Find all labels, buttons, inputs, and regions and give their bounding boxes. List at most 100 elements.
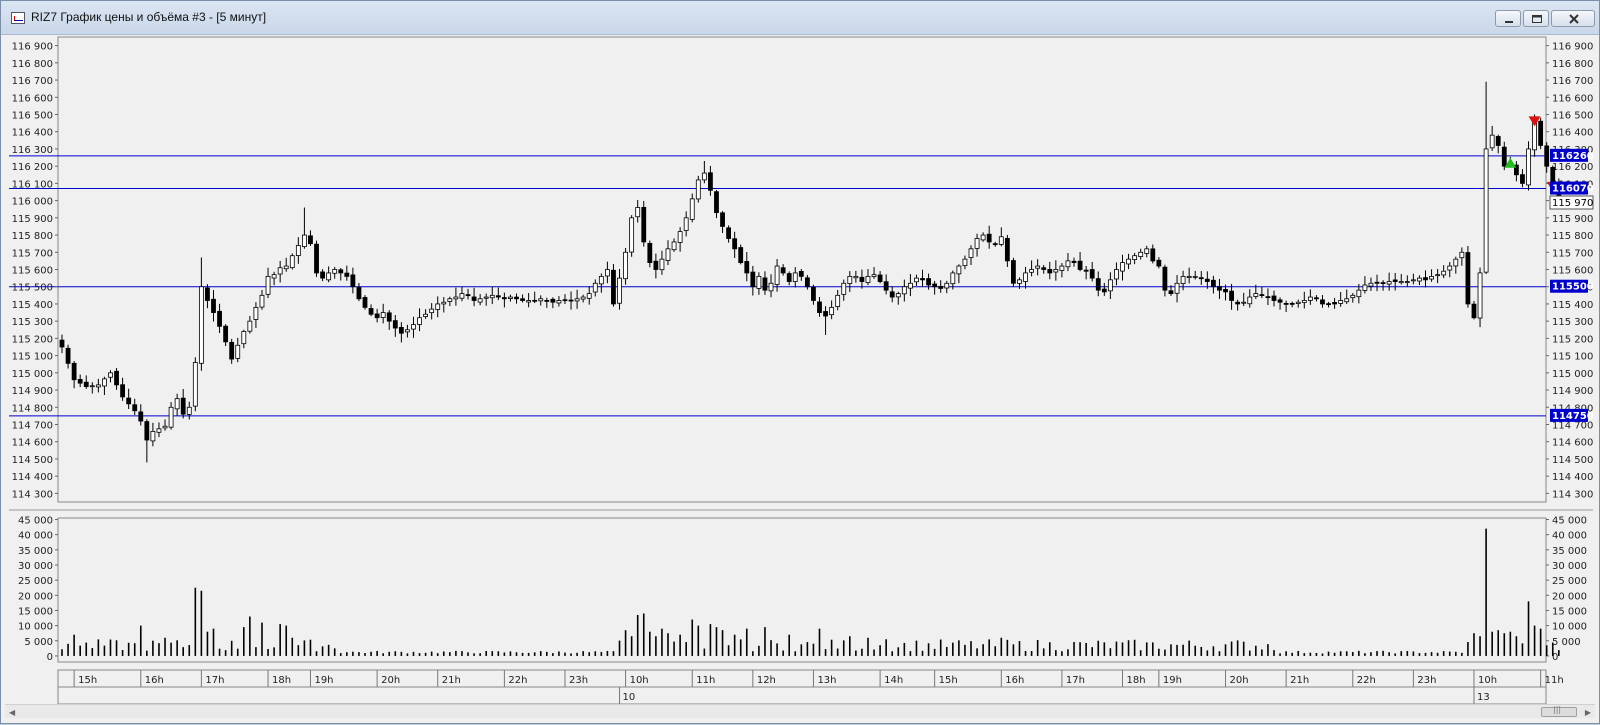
y-tick-label: 115 600 bbox=[12, 266, 53, 277]
price-axis-right: 114 300114 400114 500114 600114 700114 8… bbox=[1546, 42, 1593, 500]
vol-tick-label: 45 000 bbox=[1552, 516, 1587, 527]
candle-body bbox=[1307, 296, 1313, 301]
y-tick-label: 115 800 bbox=[1552, 231, 1593, 242]
candle-body bbox=[617, 277, 622, 304]
candle-body bbox=[1241, 301, 1247, 304]
time-label: 15h bbox=[78, 675, 97, 686]
candle-body bbox=[1326, 303, 1331, 306]
y-tick-label: 116 600 bbox=[12, 93, 53, 104]
candle-body bbox=[514, 296, 519, 300]
candle-body bbox=[1447, 265, 1453, 271]
y-tick-label: 114 300 bbox=[12, 489, 53, 500]
candle-body bbox=[1004, 238, 1010, 262]
candle-body bbox=[1453, 258, 1459, 267]
candle-body bbox=[211, 298, 216, 313]
y-tick-label: 116 500 bbox=[1552, 111, 1593, 122]
candle-body bbox=[635, 207, 641, 218]
candle-body bbox=[114, 370, 119, 386]
time-label: 15h bbox=[939, 675, 958, 686]
candle-body bbox=[59, 339, 65, 348]
y-tick-label: 116 900 bbox=[1552, 42, 1593, 53]
candle-body bbox=[1423, 277, 1428, 281]
candle-body bbox=[162, 425, 168, 429]
candle-body bbox=[326, 272, 332, 281]
time-label: 19h bbox=[1163, 675, 1182, 686]
candle-body bbox=[1301, 300, 1307, 303]
candle-body bbox=[380, 312, 386, 318]
candle-body bbox=[623, 251, 628, 280]
candle-body bbox=[641, 207, 647, 243]
time-label: 21h bbox=[1290, 675, 1309, 686]
candle-body bbox=[1150, 248, 1156, 262]
candle-body bbox=[1071, 260, 1077, 264]
y-tick-label: 116 600 bbox=[1552, 93, 1593, 104]
candle-body bbox=[611, 269, 616, 305]
candle-body bbox=[1398, 281, 1404, 284]
candle-body bbox=[780, 267, 786, 274]
candle-body bbox=[314, 243, 319, 274]
chart-window: RIZ7 График цены и объёма #3 - [5 минут]… bbox=[0, 0, 1600, 724]
candle-body bbox=[289, 255, 295, 269]
candle-body bbox=[1295, 301, 1301, 304]
candle-body bbox=[1338, 300, 1344, 304]
vol-tick-label: 35 000 bbox=[18, 546, 53, 557]
last-price-label: 115 970 bbox=[1552, 198, 1593, 209]
candle-body bbox=[738, 247, 744, 264]
candle-body bbox=[1223, 289, 1228, 293]
price-axis-left: 114 300 114 400 114 500 114 600 114 700 114 8… bbox=[12, 42, 58, 500]
candle-body bbox=[1392, 279, 1398, 282]
y-tick-label: 114 400 bbox=[12, 472, 53, 483]
candle-body bbox=[914, 277, 919, 283]
time-label: 10h bbox=[630, 675, 649, 686]
candle-body bbox=[405, 329, 410, 333]
y-tick-label: 116 000 bbox=[12, 197, 53, 208]
horizontal-scrollbar[interactable]: ◀ ▶ bbox=[5, 704, 1595, 718]
candle-body bbox=[1465, 252, 1471, 305]
candle-body bbox=[508, 296, 513, 299]
scroll-right-arrow-icon[interactable]: ▶ bbox=[1585, 708, 1591, 717]
candle-body bbox=[920, 278, 925, 281]
candle-body bbox=[1126, 258, 1131, 265]
candle-body bbox=[689, 198, 695, 220]
candle-body bbox=[1477, 272, 1483, 319]
candle-body bbox=[1356, 289, 1362, 298]
time-label: 23h bbox=[1417, 675, 1436, 686]
candle-body bbox=[332, 269, 338, 274]
candle-body bbox=[1023, 272, 1028, 282]
candle-body bbox=[471, 296, 477, 301]
candle-body bbox=[108, 372, 113, 378]
candle-body bbox=[89, 385, 95, 388]
candle-body bbox=[1441, 270, 1447, 276]
candle-body bbox=[1526, 148, 1531, 186]
chart-area[interactable]: 114 300 114 400 114 500 114 600 114 700 114 8… bbox=[1, 1, 1600, 725]
candle-body bbox=[180, 397, 186, 415]
candle-body bbox=[629, 217, 635, 253]
scroll-left-arrow-icon[interactable]: ◀ bbox=[9, 708, 15, 717]
candle-body bbox=[1271, 295, 1277, 301]
vol-tick-label: 35 000 bbox=[1552, 546, 1587, 557]
candle-body bbox=[1544, 145, 1550, 167]
candle-body bbox=[1180, 275, 1186, 285]
candle-body bbox=[1156, 259, 1162, 267]
y-tick-label: 116 700 bbox=[12, 76, 53, 87]
candle-body bbox=[338, 269, 344, 274]
time-label: 22h bbox=[508, 675, 527, 686]
volume-panel[interactable] bbox=[57, 517, 1547, 663]
time-label: 19h bbox=[314, 675, 333, 686]
day-label: 10 bbox=[623, 692, 636, 703]
candle-body bbox=[883, 281, 889, 291]
time-label: 17h bbox=[1066, 675, 1085, 686]
vol-tick-label: 40 000 bbox=[1552, 531, 1587, 542]
candle-body bbox=[568, 299, 574, 302]
y-tick-label: 115 900 bbox=[1552, 214, 1593, 225]
time-label: 13h bbox=[817, 675, 836, 686]
candle-body bbox=[720, 212, 725, 227]
candle-body bbox=[1435, 274, 1441, 277]
candle-body bbox=[417, 317, 422, 325]
candle-body bbox=[1380, 282, 1386, 285]
candle-body bbox=[1538, 120, 1544, 146]
y-tick-label: 115 000 bbox=[1552, 369, 1593, 380]
candle-body bbox=[144, 421, 150, 441]
scrollbar-thumb[interactable] bbox=[1541, 705, 1577, 717]
candle-body bbox=[1520, 174, 1525, 184]
